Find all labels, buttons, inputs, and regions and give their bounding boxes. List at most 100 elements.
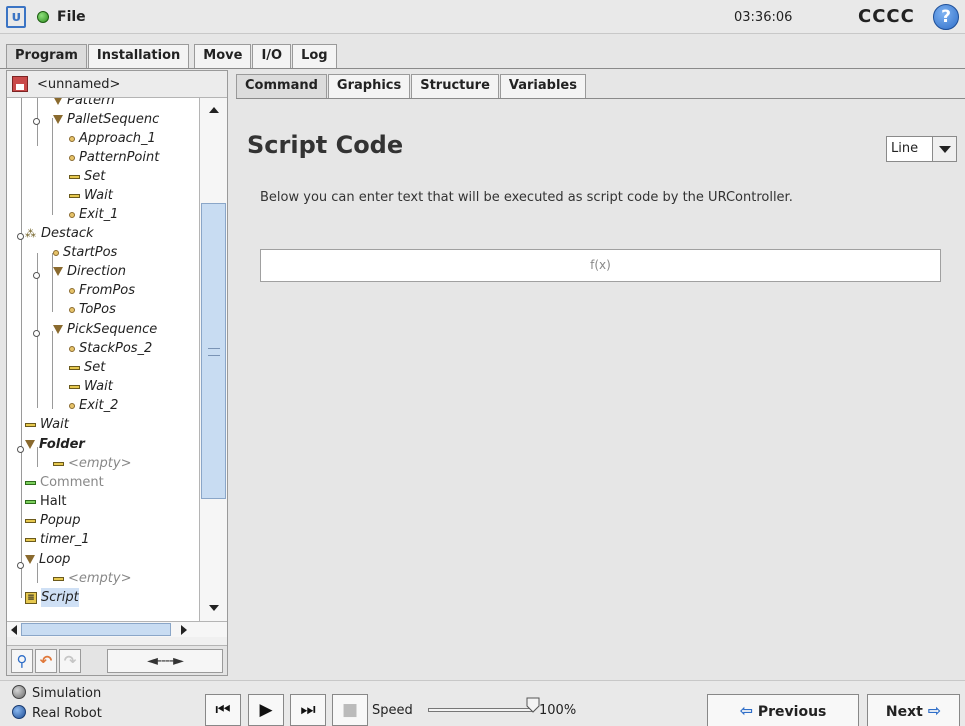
tree-node[interactable]: Popup	[25, 511, 81, 530]
tree-node[interactable]: PatternPoint	[69, 148, 159, 167]
tree-node[interactable]: Wait	[69, 377, 113, 396]
simulation-option[interactable]: Simulation	[12, 685, 101, 701]
speed-slider-handle[interactable]	[526, 697, 540, 713]
command-icon	[25, 422, 36, 427]
tree-node[interactable]: Exit_1	[69, 205, 118, 224]
scroll-thumb[interactable]	[201, 203, 226, 499]
tab-structure[interactable]: Structure	[411, 74, 499, 98]
empty-icon	[53, 576, 64, 581]
tree-node[interactable]: Approach_1	[69, 129, 156, 148]
tree-node[interactable]: Wait	[25, 415, 69, 434]
robot-status-icon[interactable]	[37, 11, 49, 23]
script-mode-value: Line	[891, 141, 919, 156]
tab-log[interactable]: Log	[292, 44, 337, 68]
tree-node[interactable]: Pattern	[53, 98, 115, 110]
waypoint-icon	[69, 306, 75, 313]
move-node-button[interactable]: ◄----►	[107, 649, 223, 673]
undo-icon[interactable]: ↶	[35, 649, 57, 673]
tab-variables[interactable]: Variables	[499, 74, 586, 98]
arrow-right-icon: ⇨	[927, 701, 942, 720]
tree-node[interactable]: Wait	[69, 186, 113, 205]
scroll-down-icon[interactable]	[209, 605, 219, 611]
halt-icon	[25, 499, 36, 504]
tree-node[interactable]: Direction	[53, 262, 126, 281]
scroll-right-icon[interactable]	[181, 625, 187, 635]
next-button[interactable]: Next ⇨	[867, 694, 960, 726]
file-menu[interactable]: File	[57, 9, 86, 25]
tree-node[interactable]: <empty>	[53, 569, 132, 588]
tree-node[interactable]: Loop	[25, 550, 70, 569]
step-icon: ⏭	[300, 700, 316, 720]
command-icon	[69, 174, 80, 179]
waypoint-icon	[69, 345, 75, 352]
tab-graphics[interactable]: Graphics	[327, 74, 411, 98]
tree-node[interactable]: StartPos	[53, 243, 117, 262]
speed-slider[interactable]	[428, 708, 532, 712]
tree-node[interactable]: Set	[69, 358, 105, 377]
help-icon[interactable]: ?	[933, 4, 959, 30]
real-robot-option[interactable]: Real Robot	[12, 705, 102, 721]
tree-node[interactable]: StackPos_2	[69, 339, 152, 358]
real-robot-icon	[12, 705, 26, 719]
speed-value: 100%	[539, 703, 577, 718]
rewind-icon: ⏮	[215, 700, 231, 720]
tree-node[interactable]: <empty>	[53, 454, 132, 473]
tree-node[interactable]: PalletSequenc	[53, 110, 159, 129]
rewind-button[interactable]: ⏮	[205, 694, 241, 726]
waypoint-icon	[69, 287, 75, 294]
scroll-up-icon[interactable]	[209, 107, 219, 113]
tree-node[interactable]: Halt	[25, 492, 66, 511]
tab-command[interactable]: Command	[236, 74, 327, 98]
robot-name: CCCC	[858, 6, 915, 27]
loop-icon	[25, 555, 35, 564]
tree-node[interactable]: ⁂ Destack	[25, 224, 94, 243]
search-icon[interactable]: ⚲	[11, 649, 33, 673]
comment-icon	[25, 480, 36, 485]
scroll-left-icon[interactable]	[11, 625, 17, 635]
tree-node[interactable]: ToPos	[69, 300, 116, 319]
play-button[interactable]: ▶	[248, 694, 284, 726]
scroll-thumb[interactable]	[21, 623, 171, 636]
tab-io[interactable]: I/O	[252, 44, 292, 68]
tree-vertical-scrollbar[interactable]	[199, 98, 227, 621]
tree-node[interactable]: Exit_2	[69, 396, 118, 415]
sequence-icon	[53, 115, 63, 124]
waypoint-icon	[69, 135, 75, 142]
command-panel: Script Code Line Below you can enter tex…	[236, 99, 965, 676]
page-title: Script Code	[247, 131, 404, 159]
stop-icon: ■	[341, 700, 359, 720]
waypoint-icon	[69, 402, 75, 409]
save-icon[interactable]	[12, 76, 28, 92]
content-tabs: Command Graphics Structure Variables	[236, 74, 587, 98]
tree-node[interactable]: Set	[69, 167, 105, 186]
tree-node[interactable]: Comment	[25, 473, 104, 492]
previous-button[interactable]: ⇦ Previous	[707, 694, 859, 726]
command-icon	[69, 193, 80, 198]
tab-move[interactable]: Move	[194, 44, 252, 68]
command-icon	[69, 365, 80, 370]
chevron-down-icon[interactable]	[932, 137, 956, 161]
script-mode-select[interactable]: Line	[886, 136, 957, 162]
program-tree: Pattern PalletSequenc Approach_1 Pattern…	[7, 98, 199, 621]
waypoint-icon	[69, 211, 75, 218]
folder-icon	[25, 440, 35, 449]
redo-icon[interactable]: ↷	[59, 649, 81, 673]
clock: 03:36:06	[734, 10, 793, 25]
tree-node[interactable]: PickSequence	[53, 320, 157, 339]
tree-node[interactable]: FromPos	[69, 281, 135, 300]
waypoint-icon	[53, 249, 59, 256]
tree-node[interactable]: Folder	[25, 435, 85, 454]
destack-icon: ⁂	[25, 227, 36, 240]
step-button[interactable]: ⏭	[290, 694, 326, 726]
tree-node-selected[interactable]: ≡ Script	[25, 588, 79, 607]
script-expression-field[interactable]: f(x)	[260, 249, 941, 282]
stop-button[interactable]: ■	[332, 694, 368, 726]
tree-horizontal-scrollbar[interactable]	[7, 621, 227, 637]
description-text: Below you can enter text that will be ex…	[260, 190, 793, 205]
command-icon	[69, 384, 80, 389]
arrow-left-icon: ⇦	[739, 701, 753, 720]
footer-bar: Simulation Real Robot ⏮ ▶ ⏭ ■ Speed 100%…	[0, 680, 965, 726]
tab-program[interactable]: Program	[6, 44, 87, 68]
tree-node[interactable]: timer_1	[25, 530, 90, 549]
tab-installation[interactable]: Installation	[87, 44, 190, 68]
